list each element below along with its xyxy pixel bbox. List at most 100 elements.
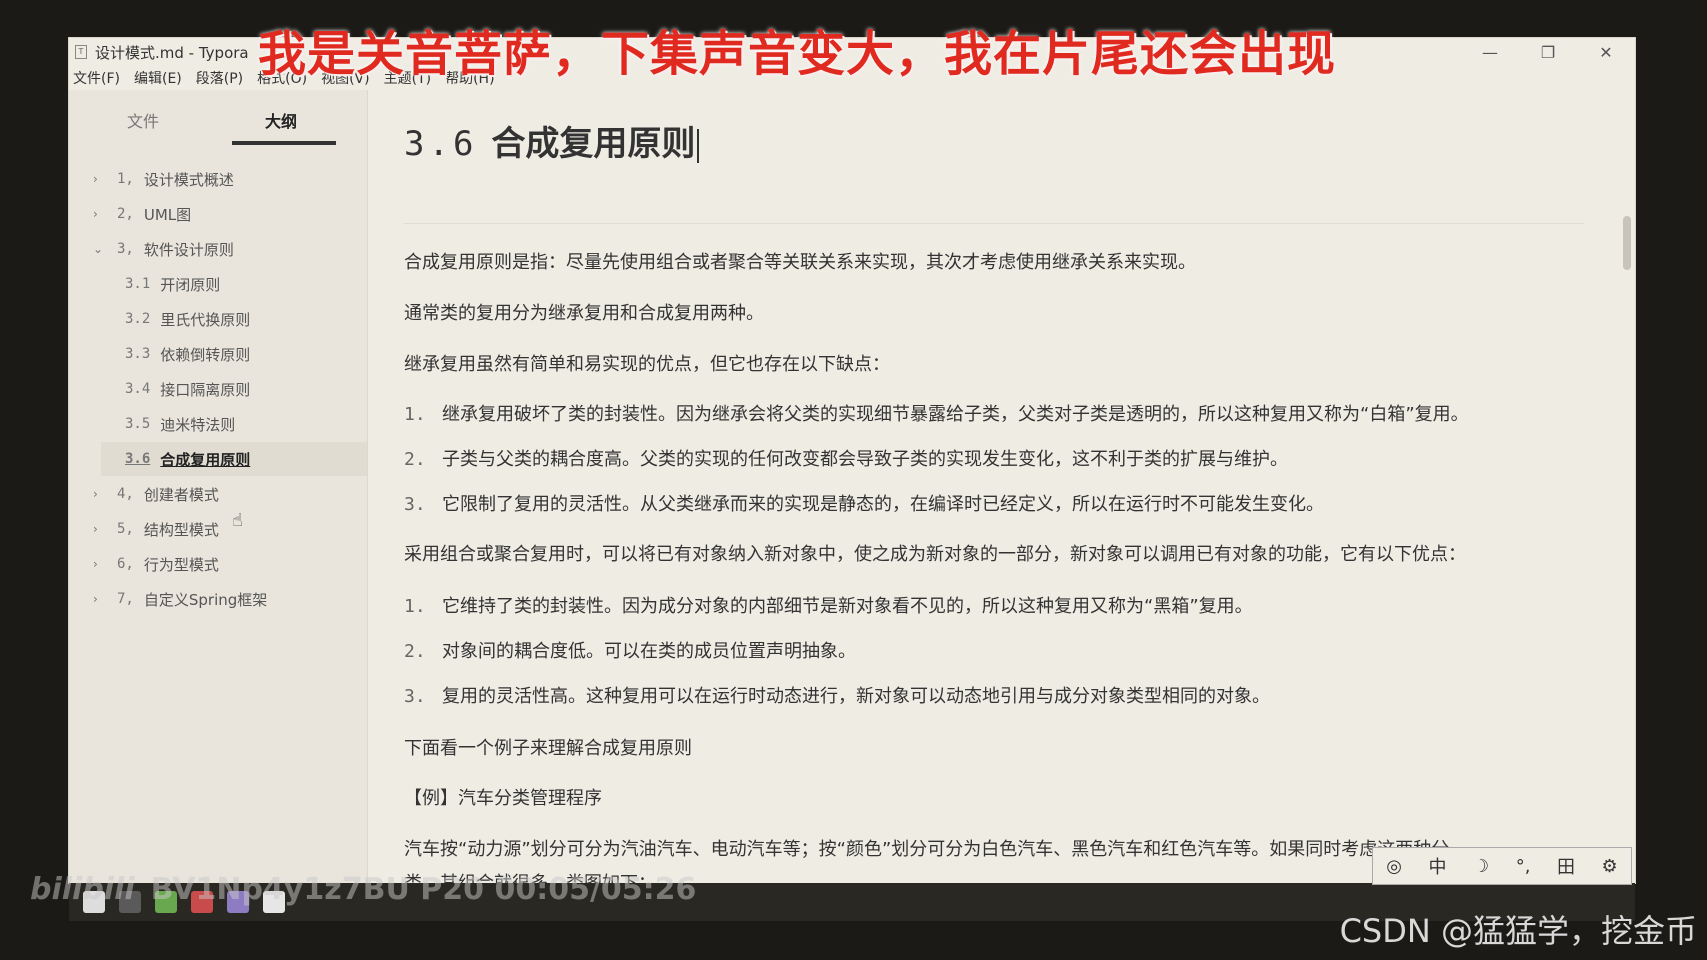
sidebar-tabs: 文件 大纲 bbox=[69, 90, 367, 148]
page-title: 3.6 合成复用原则 bbox=[404, 116, 700, 165]
paragraph: 下面看一个例子来理解合成复用原则 bbox=[404, 738, 692, 759]
subtitle-banner: 我是关音菩萨，下集声音变大，我在片尾还会出现 bbox=[258, 26, 1337, 82]
outline-label: 行为型模式 bbox=[143, 555, 219, 574]
list-item: 1. 它维持了类的封装性。因为成分对象的内部细节是新对象看不见的，所以这种复用又称… bbox=[404, 596, 1253, 617]
outline-number: 3.3 bbox=[125, 346, 151, 362]
outline-number: 3.6 bbox=[125, 451, 151, 467]
list-item: 2. 子类与父类的耦合度高。父类的实现的任何改变都会导致子类的实现发生变化，这不利… bbox=[404, 449, 1288, 470]
list-item-text: 它限制了复用的灵活性。从父类继承而来的实现是静态的，在编译时已经定义，所以在运行… bbox=[442, 494, 1324, 515]
heading-number: 3.6 bbox=[404, 124, 478, 164]
outline-number: 6, bbox=[117, 556, 134, 572]
restore-icon[interactable]: ❐ bbox=[1519, 38, 1577, 66]
outline-number: 3.1 bbox=[125, 276, 151, 292]
ime-chinese-mode[interactable]: 中 bbox=[1429, 853, 1447, 879]
outline-label: 创建者模式 bbox=[143, 485, 219, 504]
outline-item[interactable]: › 7, 自定义Spring框架 bbox=[93, 582, 267, 616]
heading-rule bbox=[404, 223, 1584, 224]
menu-file[interactable]: 文件(F) bbox=[73, 68, 120, 88]
paragraph: 合成复用原则是指：尽量先使用组合或者聚合等关联关系来实现，其次才考虑使用继承关系… bbox=[404, 252, 1196, 273]
outline-number: 3.4 bbox=[125, 381, 151, 397]
outline-label: UML图 bbox=[143, 205, 192, 224]
outline-item[interactable]: 3.3 依赖倒转原则 bbox=[125, 337, 250, 371]
outline-label: 设计模式概述 bbox=[143, 170, 234, 189]
list-item-text: 继承复用破坏了类的封装性。因为继承会将父类的实现细节暴露给子类，父类对子类是透明… bbox=[442, 404, 1469, 425]
outline-number: 1, bbox=[117, 171, 134, 187]
ime-logo-icon[interactable]: ◎ bbox=[1386, 856, 1402, 877]
video-watermark: bilibili BV1Np4y1z7BU P20 00:05/05:26 bbox=[30, 872, 696, 907]
sidebar: 文件 大纲 › 1, 设计模式概述 › 2, UML图 ⌄ 3, 软件设计原则 3.1 开闭原… bbox=[69, 90, 368, 883]
outline-label: 依赖倒转原则 bbox=[160, 345, 251, 364]
chevron-right-icon: › bbox=[93, 557, 98, 571]
chevron-right-icon: › bbox=[93, 522, 98, 536]
hand-cursor-icon: ☝ bbox=[232, 510, 243, 531]
ime-grid-icon[interactable]: 田 bbox=[1557, 853, 1575, 879]
outline-number: 5, bbox=[117, 521, 134, 537]
outline-label: 结构型模式 bbox=[143, 520, 219, 539]
outline-item[interactable]: › 6, 行为型模式 bbox=[93, 547, 219, 581]
ime-toolbar: ◎ 中 ☽ °, 田 ⚙ bbox=[1372, 847, 1632, 885]
minimize-icon[interactable]: — bbox=[1461, 38, 1519, 66]
editor-pane[interactable]: 3.6 合成复用原则 合成复用原则是指：尽量先使用组合或者聚合等关联关系来实现，其… bbox=[368, 90, 1635, 905]
paragraph: 【例】汽车分类管理程序 bbox=[404, 788, 602, 809]
outline-number: 3, bbox=[117, 241, 134, 257]
heading-text: 合成复用原则 bbox=[491, 124, 696, 164]
video-id-timestamp: BV1Np4y1z7BU P20 00:05/05:26 bbox=[150, 872, 697, 907]
list-item-text: 复用的灵活性高。这种复用可以在运行时动态进行，新对象可以动态地引用与成分对象类型… bbox=[442, 686, 1270, 707]
outline-number: 3.2 bbox=[125, 311, 151, 327]
tab-outline[interactable]: 大纲 bbox=[265, 108, 297, 132]
list-item-text: 子类与父类的耦合度高。父类的实现的任何改变都会导致子类的实现发生变化，这不利于类… bbox=[442, 449, 1288, 470]
csdn-credit: CSDN @猛猛学，挖金币 bbox=[1339, 912, 1697, 950]
outline-label: 合成复用原则 bbox=[160, 450, 251, 469]
list-item: 2. 对象间的耦合度低。可以在类的成员位置声明抽象。 bbox=[404, 641, 856, 662]
list-item: 3. 复用的灵活性高。这种复用可以在运行时动态进行，新对象可以动态地引用与成分对象… bbox=[404, 686, 1270, 707]
menu-paragraph[interactable]: 段落(P) bbox=[196, 68, 243, 88]
window-title: 设计模式.md - Typora bbox=[95, 43, 249, 62]
chevron-right-icon: › bbox=[93, 207, 98, 221]
text-caret bbox=[697, 128, 700, 163]
ime-moon-icon[interactable]: ☽ bbox=[1473, 856, 1489, 877]
outline-number: 2, bbox=[117, 206, 134, 222]
outline-number: 4, bbox=[117, 486, 134, 502]
paragraph: 采用组合或聚合复用时，可以将已有对象纳入新对象中，使之成为新对象的一部分，新对象… bbox=[404, 544, 1466, 565]
outline-item[interactable]: › 5, 结构型模式 bbox=[93, 512, 219, 546]
list-item: 1. 继承复用破坏了类的封装性。因为继承会将父类的实现细节暴露给子类，父类对子类是… bbox=[404, 404, 1469, 425]
typora-app-icon: T bbox=[75, 45, 87, 59]
outline-label: 迪米特法则 bbox=[160, 415, 236, 434]
window-controls: — ❐ ✕ bbox=[1461, 38, 1635, 66]
outline-item[interactable]: › 4, 创建者模式 bbox=[93, 477, 219, 511]
close-icon[interactable]: ✕ bbox=[1577, 38, 1635, 66]
list-item-text: 它维持了类的封装性。因为成分对象的内部细节是新对象看不见的，所以这种复用又称为“… bbox=[442, 596, 1253, 617]
outline-item[interactable]: 3.5 迪米特法则 bbox=[125, 407, 235, 441]
outline-label: 里氏代换原则 bbox=[160, 310, 251, 329]
outline-number: 7, bbox=[117, 591, 134, 607]
outline-number: 3.5 bbox=[125, 416, 151, 432]
outline-item[interactable]: 3.4 接口隔离原则 bbox=[125, 372, 250, 406]
menu-edit[interactable]: 编辑(E) bbox=[134, 68, 182, 88]
typora-window: T 设计模式.md - Typora — ❐ ✕ 文件(F) 编辑(E) 段落(… bbox=[69, 38, 1635, 905]
bilibili-logo: bilibili bbox=[30, 872, 135, 907]
outline-item-active[interactable]: 3.6 合成复用原则 bbox=[101, 442, 367, 476]
ime-gear-icon[interactable]: ⚙ bbox=[1602, 856, 1618, 877]
ime-punct-icon[interactable]: °, bbox=[1516, 856, 1531, 877]
paragraph: 汽车按“动力源”划分可分为汽油汽车、电动汽车等；按“颜色”划分可分为白色汽车、黑… bbox=[404, 839, 1450, 860]
outline-label: 接口隔离原则 bbox=[160, 380, 251, 399]
outline-item[interactable]: ⌄ 3, 软件设计原则 bbox=[93, 232, 234, 266]
chevron-right-icon: › bbox=[93, 592, 98, 606]
outline-item[interactable]: 3.1 开闭原则 bbox=[125, 267, 220, 301]
paragraph: 通常类的复用分为继承复用和合成复用两种。 bbox=[404, 303, 764, 324]
chevron-down-icon: ⌄ bbox=[93, 242, 104, 256]
outline-label: 软件设计原则 bbox=[143, 240, 234, 259]
outline-label: 开闭原则 bbox=[160, 275, 221, 294]
tab-files[interactable]: 文件 bbox=[127, 108, 159, 132]
outline-item[interactable]: 3.2 里氏代换原则 bbox=[125, 302, 250, 336]
list-item: 3. 它限制了复用的灵活性。从父类继承而来的实现是静态的，在编译时已经定义，所以在… bbox=[404, 494, 1324, 515]
scrollbar-thumb[interactable] bbox=[1623, 216, 1631, 270]
outline-label: 自定义Spring框架 bbox=[143, 590, 268, 609]
outline-item[interactable]: › 2, UML图 bbox=[93, 197, 191, 231]
paragraph: 继承复用虽然有简单和易实现的优点，但它也存在以下缺点： bbox=[404, 354, 890, 375]
chevron-right-icon: › bbox=[93, 487, 98, 501]
list-item-text: 对象间的耦合度低。可以在类的成员位置声明抽象。 bbox=[442, 641, 856, 662]
outline-item[interactable]: › 1, 设计模式概述 bbox=[93, 162, 234, 196]
active-tab-indicator bbox=[232, 141, 336, 145]
chevron-right-icon: › bbox=[93, 172, 98, 186]
